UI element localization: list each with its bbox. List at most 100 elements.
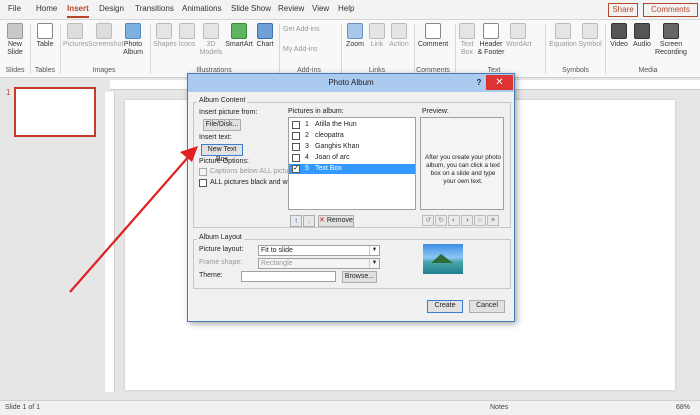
file-disk-button[interactable]: File/Disk... xyxy=(203,119,241,131)
contrast-up-icon[interactable]: ◐ xyxy=(448,215,460,226)
wordart-button[interactable]: WordArt xyxy=(506,23,532,49)
picture-name: Text Box xyxy=(315,165,342,172)
rotate-right-icon[interactable]: ↻ xyxy=(435,215,447,226)
screen-recording-label: Screen Recording xyxy=(655,41,687,56)
action-button[interactable]: Action xyxy=(388,23,410,49)
shapes-button[interactable]: Shapes xyxy=(153,23,177,49)
tab-animations[interactable]: Animations xyxy=(182,4,222,13)
new-slide-button[interactable]: New Slide xyxy=(4,23,26,57)
album-content-legend: Album Content xyxy=(197,97,248,104)
tab-file[interactable]: File xyxy=(8,4,21,13)
comment-button[interactable]: Comment xyxy=(417,23,449,49)
pictures-label: Pictures xyxy=(63,41,89,48)
ribbon-separator xyxy=(279,24,280,74)
zoom-button[interactable]: Zoom xyxy=(344,23,366,49)
contrast-down-icon[interactable]: ◑ xyxy=(461,215,473,226)
my-add-ins-button[interactable]: My Add-ins xyxy=(283,46,343,54)
list-item-selected[interactable]: ✓ 5 Text Box xyxy=(289,164,415,174)
rotate-left-icon[interactable]: ↺ xyxy=(422,215,434,226)
comments-button[interactable]: Comments xyxy=(643,3,698,17)
smartart-button[interactable]: SmartArt xyxy=(224,23,254,49)
slide-thumbnail[interactable] xyxy=(14,87,96,137)
new-text-box-button[interactable]: New Text Box xyxy=(201,144,243,163)
audio-icon xyxy=(634,23,650,39)
captions-checkbox[interactable] xyxy=(199,168,207,176)
get-add-ins-button[interactable]: Get Add-ins xyxy=(283,26,343,34)
pictures-button[interactable]: Pictures xyxy=(63,23,89,49)
audio-button[interactable]: Audio xyxy=(631,23,653,49)
zoom-icon xyxy=(347,23,363,39)
black-white-checkbox[interactable] xyxy=(199,179,207,187)
frame-shape-select[interactable]: Rectangle ▼ xyxy=(258,258,380,269)
tab-insert[interactable]: Insert xyxy=(67,4,89,18)
album-layout-legend: Album Layout xyxy=(197,234,244,241)
move-up-icon[interactable]: ↑ xyxy=(290,215,302,227)
theme-input[interactable] xyxy=(241,271,336,282)
3d-models-button[interactable]: 3D Models xyxy=(199,23,223,57)
picture-checkbox[interactable] xyxy=(292,121,300,129)
wordart-label: WordArt xyxy=(506,41,532,48)
group-symbols-label: Symbols xyxy=(562,67,589,74)
screenshot-button[interactable]: Screenshot xyxy=(88,23,123,49)
picture-checkbox-checked[interactable]: ✓ xyxy=(292,165,300,173)
picture-name: Atilla the Hun xyxy=(315,121,357,128)
picture-checkbox[interactable] xyxy=(292,154,300,162)
pictures-in-album-label: Pictures in album: xyxy=(288,108,344,115)
tab-view[interactable]: View xyxy=(312,4,329,13)
brightness-down-icon[interactable]: ☀ xyxy=(487,215,499,226)
preview-box: After you create your photo album, you c… xyxy=(420,117,504,210)
chart-label: Chart xyxy=(256,41,274,48)
link-button[interactable]: Link xyxy=(367,23,387,49)
help-icon[interactable]: ? xyxy=(474,76,484,89)
tab-transitions[interactable]: Transitions xyxy=(135,4,174,13)
cancel-button[interactable]: Cancel xyxy=(469,300,505,313)
list-item[interactable]: 2 cleopatra xyxy=(289,131,415,141)
comment-label: Comment xyxy=(417,41,449,48)
tab-home[interactable]: Home xyxy=(36,4,57,13)
remove-button[interactable]: ✕ Remove xyxy=(318,215,354,227)
list-item[interactable]: 4 Joan of arc xyxy=(289,153,415,163)
ribbon-separator xyxy=(60,24,61,74)
move-down-icon[interactable]: ↓ xyxy=(303,215,315,227)
ribbon-separator xyxy=(150,24,151,74)
close-icon[interactable]: ✕ xyxy=(486,75,513,90)
vertical-ruler xyxy=(105,92,115,392)
table-button[interactable]: Table xyxy=(34,23,56,49)
list-item[interactable]: 1 Atilla the Hun xyxy=(289,120,415,130)
brightness-up-icon[interactable]: ☼ xyxy=(474,215,486,226)
list-item[interactable]: 3 Ganghis Khan xyxy=(289,142,415,152)
icons-icon xyxy=(179,23,195,39)
slide-count: Slide 1 of 1 xyxy=(5,404,41,411)
header-footer-icon xyxy=(483,23,499,39)
pictures-listbox[interactable]: 1 Atilla the Hun 2 cleopatra 3 Ganghis K… xyxy=(288,117,416,210)
group-slides-label: Slides xyxy=(5,67,25,74)
share-label: Share xyxy=(612,5,634,14)
browse-button[interactable]: Browse... xyxy=(342,271,377,283)
action-icon xyxy=(391,23,407,39)
create-button[interactable]: Create xyxy=(427,300,463,313)
screen-recording-button[interactable]: Screen Recording xyxy=(654,23,688,57)
equation-button[interactable]: Equation xyxy=(549,23,577,49)
symbol-label: Symbol xyxy=(578,41,602,48)
tab-design[interactable]: Design xyxy=(99,4,124,13)
tab-review[interactable]: Review xyxy=(278,4,304,13)
photo-album-button[interactable]: Photo Album xyxy=(121,23,145,57)
chart-button[interactable]: Chart xyxy=(255,23,275,49)
header-footer-button[interactable]: Header & Footer xyxy=(477,23,505,57)
share-button[interactable]: Share xyxy=(608,3,638,17)
picture-checkbox[interactable] xyxy=(292,132,300,140)
zoom-level[interactable]: 68% xyxy=(676,404,690,411)
theme-label: Theme: xyxy=(199,272,223,279)
video-button[interactable]: Video xyxy=(608,23,630,49)
tab-help[interactable]: Help xyxy=(338,4,354,13)
symbol-button[interactable]: Symbol xyxy=(578,23,602,49)
icons-button[interactable]: Icons xyxy=(176,23,198,49)
picture-checkbox[interactable] xyxy=(292,143,300,151)
text-box-button[interactable]: Text Box xyxy=(458,23,476,57)
picture-name: Joan of arc xyxy=(315,154,350,161)
notes-button[interactable]: Notes xyxy=(490,404,508,411)
shapes-label: Shapes xyxy=(153,41,177,48)
picture-name: Ganghis Khan xyxy=(315,143,360,150)
picture-layout-select[interactable]: Fit to slide ▼ xyxy=(258,245,380,256)
tab-slide-show[interactable]: Slide Show xyxy=(231,4,271,13)
